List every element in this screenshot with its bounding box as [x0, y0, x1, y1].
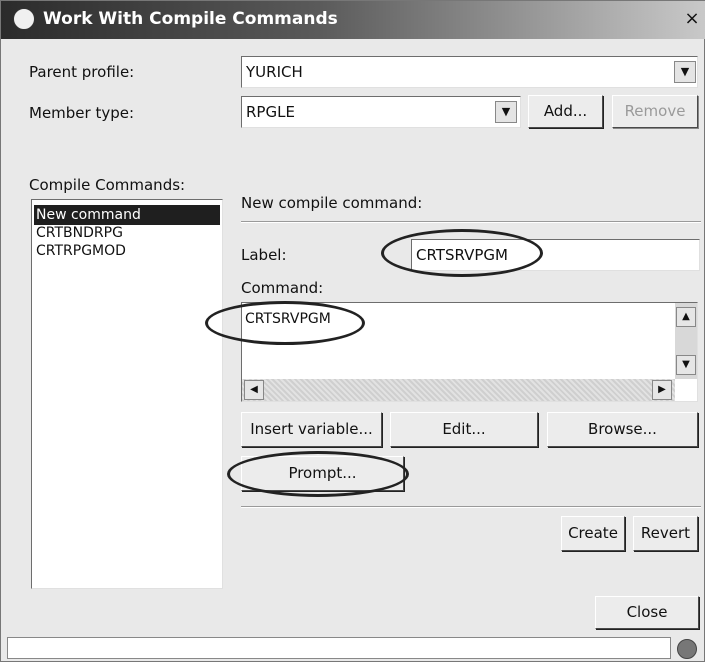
insert-variable-button[interactable]: Insert variable... — [241, 412, 382, 447]
member-type-dropdown-icon[interactable]: ▼ — [495, 101, 517, 123]
browse-button[interactable]: Browse... — [547, 412, 698, 447]
section-divider — [241, 221, 701, 223]
parent-profile-value: YURICH — [246, 63, 303, 81]
status-bar — [7, 637, 671, 659]
revert-button[interactable]: Revert — [633, 516, 698, 551]
app-icon — [13, 8, 35, 30]
compile-commands-dialog: Work With Compile Commands × Parent prof… — [0, 0, 705, 662]
prompt-button[interactable]: Prompt... — [241, 456, 404, 491]
label-input-value: CRTSRVPGM — [416, 246, 508, 264]
help-icon[interactable] — [677, 639, 697, 659]
scroll-down-icon[interactable]: ▼ — [676, 355, 696, 375]
list-item-crtbndrpg[interactable]: CRTBNDRPG — [34, 223, 123, 243]
parent-profile-combo[interactable]: YURICH — [241, 56, 698, 88]
close-button[interactable]: Close — [595, 596, 699, 629]
command-field-label: Command: — [241, 279, 324, 297]
new-compile-command-heading: New compile command: — [241, 194, 423, 212]
member-type-value: RPGLE — [246, 103, 295, 121]
command-textarea[interactable]: CRTSRVPGM ▲ ▼ ◀ ▶ — [241, 302, 698, 402]
add-button[interactable]: Add... — [528, 95, 603, 128]
member-type-combo[interactable]: RPGLE — [241, 96, 521, 128]
parent-profile-label: Parent profile: — [29, 63, 135, 81]
title-bar: Work With Compile Commands × — [1, 1, 705, 39]
label-field-label: Label: — [241, 246, 287, 264]
scroll-up-icon[interactable]: ▲ — [676, 307, 696, 327]
label-input[interactable]: CRTSRVPGM — [411, 239, 700, 271]
bottom-divider — [241, 506, 701, 508]
list-item-new-command[interactable]: New command — [34, 205, 220, 225]
command-text: CRTSRVPGM — [245, 311, 331, 327]
compile-commands-label: Compile Commands: — [29, 176, 186, 194]
list-item-crtrpgmod[interactable]: CRTRPGMOD — [34, 241, 126, 261]
edit-button[interactable]: Edit... — [390, 412, 538, 447]
scroll-left-icon[interactable]: ◀ — [244, 380, 264, 400]
member-type-label: Member type: — [29, 104, 135, 122]
horizontal-scrollbar[interactable]: ◀ ▶ — [242, 379, 675, 401]
window-title: Work With Compile Commands — [43, 9, 338, 29]
vertical-scrollbar[interactable]: ▲ ▼ — [675, 303, 697, 379]
close-icon[interactable]: × — [682, 9, 702, 29]
create-button[interactable]: Create — [561, 516, 625, 551]
compile-commands-list[interactable]: New command CRTBNDRPG CRTRPGMOD — [31, 199, 223, 589]
scroll-right-icon[interactable]: ▶ — [652, 380, 672, 400]
parent-profile-dropdown-icon[interactable]: ▼ — [674, 61, 696, 83]
remove-button[interactable]: Remove — [612, 95, 698, 128]
